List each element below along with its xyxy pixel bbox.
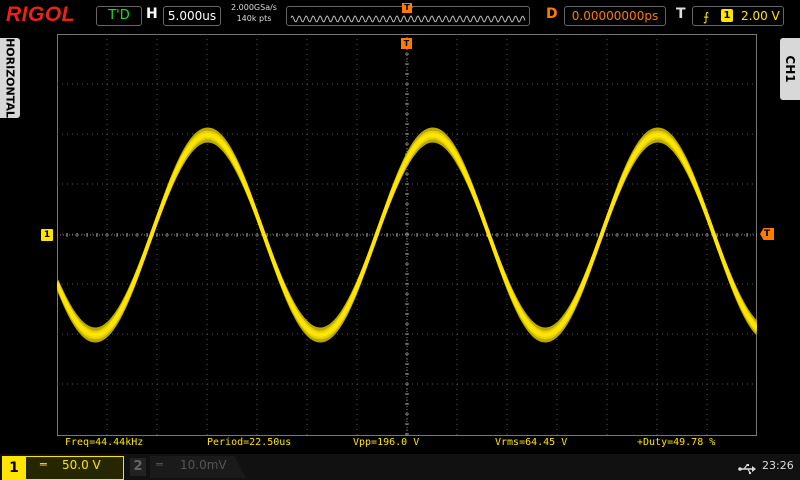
trigger-position-marker-top: T [402,3,412,13]
measurement-vrms: Vrms=64.45 V [495,437,568,448]
memory-depth: 140k pts [236,14,272,23]
rising-edge-icon: ⨍ [703,10,710,24]
measurement-vpp: Vpp=196.0 V [353,437,420,448]
ch1-coupling-icon: ═ [40,458,47,471]
ch1-number[interactable]: 1 [2,456,26,480]
usb-icon [738,460,756,479]
ch1-scale: 50.0 V [62,458,101,472]
measurement-duty: +Duty=49.78 % [637,437,716,448]
trigger-source-badge: 1 [721,9,733,22]
horizontal-label: H [146,6,158,22]
waveform-grid [55,33,759,436]
ch2-coupling-icon: ═ [156,458,163,471]
sample-rate: 2.000GSa/s [231,3,277,12]
horizontal-tab-label: HORIZONTAL [3,38,17,118]
measurement-freq: Freq=44.44kHz [65,437,144,448]
delay-value[interactable]: 0.00000000ps [564,6,666,26]
ch1-offset-marker[interactable]: 1 [41,229,53,241]
timebase-value[interactable]: 5.000us [163,6,221,26]
trigger-level: 2.00 V [741,9,780,23]
rigol-logo: RIGOL [6,3,75,26]
horizontal-menu-tab[interactable]: HORIZONTAL [0,38,20,118]
trigger-level-marker[interactable]: T [760,228,774,240]
run-status-indicator[interactable]: T'D [96,6,142,26]
ch2-number[interactable]: 2 [130,458,146,476]
waveform-display[interactable] [55,33,759,436]
clock: 23:26 [762,459,794,472]
measurement-period: Period=22.50us [207,437,292,448]
trigger-settings[interactable]: ⨍ 1 2.00 V [692,6,784,26]
measurement-bar: Freq=44.44kHz Period=22.50us Vpp=196.0 V… [57,437,757,451]
trigger-label: T [676,6,686,22]
delay-label: D [546,6,558,22]
ch1-menu-tab[interactable]: CH1 [780,38,800,100]
trigger-time-marker: T [401,38,412,49]
ch2-scale: 10.0mV [180,458,227,472]
ch1-tab-label: CH1 [783,55,797,83]
